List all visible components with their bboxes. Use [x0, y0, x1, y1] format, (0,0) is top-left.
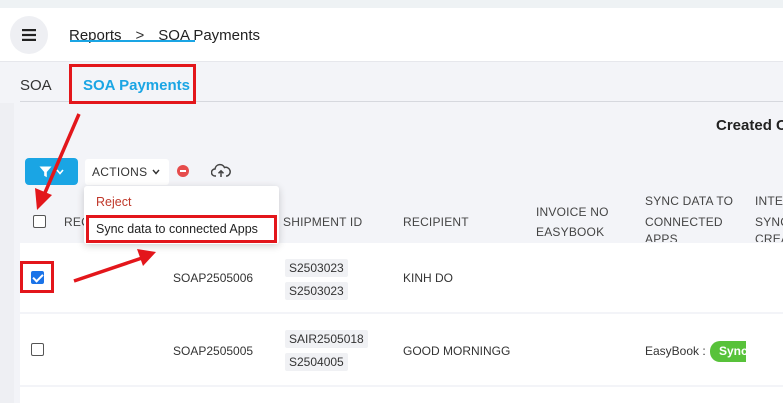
soa-id: SOAP2505005 — [173, 344, 254, 358]
column-header-sync-data[interactable]: SYNC DATA TO — [645, 191, 733, 212]
minus-circle-icon[interactable] — [177, 165, 189, 177]
column-header-connected: CONNECTED — [645, 215, 723, 229]
filter-button[interactable] — [25, 158, 78, 185]
menu-button[interactable] — [10, 16, 48, 54]
column-header-integration[interactable]: INTE — [755, 191, 783, 212]
actions-dropdown-menu: Reject Sync data to connected Apps — [84, 186, 279, 244]
shipment-id[interactable]: S2503023 — [285, 259, 348, 277]
column-header-easybook: EASYBOOK — [536, 225, 605, 239]
column-header-shipment-id[interactable]: SHIPMENT ID — [283, 212, 362, 233]
menu-item-reject[interactable]: Reject — [96, 195, 131, 209]
column-header-sync: SYNC — [755, 215, 783, 229]
column-header-recipient[interactable]: RECIPIENT — [403, 212, 469, 233]
row-checkbox[interactable] — [31, 343, 44, 356]
chevron-down-icon — [56, 168, 64, 175]
active-tab-underline — [70, 40, 195, 42]
top-bar: Reports > SOA Payments — [0, 0, 783, 62]
upload-button[interactable] — [210, 162, 231, 180]
actions-label: ACTIONS — [92, 165, 148, 179]
shipment-id[interactable]: SAIR2505018 — [285, 330, 368, 348]
chevron-down-icon — [152, 169, 160, 175]
recipient: KINH DO — [403, 271, 454, 285]
soa-id: SOAP2505006 — [173, 271, 254, 285]
actions-button[interactable]: ACTIONS — [85, 159, 169, 185]
sync-status-badge[interactable]: Sync — [710, 341, 746, 362]
tab-divider — [20, 101, 783, 102]
table-row[interactable]: SOAP2505005 SAIR2505018 S2504005 GOOD MO… — [20, 314, 783, 385]
menu-item-sync-data[interactable]: Sync data to connected Apps — [96, 222, 258, 236]
column-header-created: CREA — [755, 232, 783, 242]
tab-soa-payments[interactable]: SOA Payments — [83, 77, 190, 94]
column-header-apps: APPS — [645, 232, 678, 242]
shipment-id[interactable]: S2504005 — [285, 353, 348, 371]
hamburger-icon — [22, 29, 36, 41]
tab-bar: SOA SOA Payments — [0, 62, 783, 102]
top-strip — [0, 0, 783, 8]
left-rail — [0, 103, 14, 403]
cloud-upload-icon — [210, 163, 231, 177]
created-column-label[interactable]: Created C — [716, 117, 783, 134]
page: Reports > SOA Payments SOA SOA Payments Cr… — [0, 0, 783, 403]
recipient: GOOD MORNINGG — [403, 344, 511, 358]
select-all-checkbox[interactable] — [33, 215, 46, 228]
table-row[interactable]: SOAP2505006 S2503023 S2503023 KINH DO — [20, 243, 783, 312]
sync-status-label: EasyBook : — [645, 344, 706, 358]
filter-icon — [39, 166, 52, 177]
row-checkbox[interactable] — [31, 271, 44, 284]
shipment-id[interactable]: S2503023 — [285, 282, 348, 300]
column-header-invoice-no[interactable]: INVOICE NO — [536, 202, 609, 223]
table-row[interactable] — [20, 387, 783, 403]
tab-soa[interactable]: SOA — [20, 77, 52, 94]
